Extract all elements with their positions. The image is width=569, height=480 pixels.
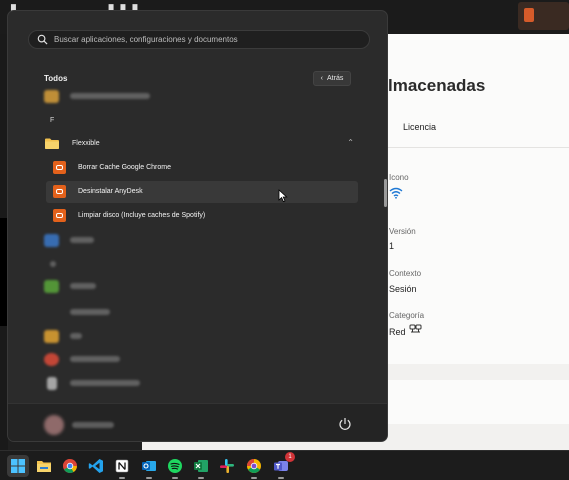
app-label-blurred [70, 333, 82, 339]
folder-label: Flexxible [72, 140, 100, 147]
running-indicator [119, 477, 125, 479]
slack-icon [220, 459, 234, 473]
notification-app-icon [524, 8, 534, 22]
taskbar-spotify[interactable] [164, 455, 186, 479]
back-button-label: Atrás [327, 75, 344, 82]
list-item[interactable] [44, 279, 124, 295]
app-label: Borrar Cache Google Chrome [78, 164, 171, 171]
flexxible-app-icon [53, 161, 66, 174]
start-menu: Todos ‹ Atrás F Flexxible ⌃ Borrar Cache… [7, 10, 388, 442]
wifi-icon [389, 187, 403, 199]
app-icon [44, 330, 59, 343]
app-item-limpiar-disco[interactable]: Limpiar disco (Incluye caches de Spotify… [46, 205, 358, 227]
field-value-version: 1 [389, 241, 395, 251]
app-label-blurred [70, 283, 96, 289]
app-label-blurred [70, 93, 150, 99]
folder-icon [45, 138, 59, 149]
background-divider [388, 147, 569, 148]
list-item[interactable] [44, 89, 164, 105]
scrollbar-thumb[interactable] [384, 179, 387, 207]
flexxible-app-icon [53, 185, 66, 198]
running-indicator [251, 477, 257, 479]
taskbar-slack[interactable] [216, 455, 238, 477]
chevron-up-icon: ⌃ [347, 138, 354, 147]
excel-icon [194, 460, 208, 472]
field-label-icono: Icono [389, 173, 409, 182]
start-menu-footer [8, 403, 387, 441]
taskbar-excel[interactable] [190, 455, 212, 479]
list-item[interactable] [44, 376, 184, 392]
list-item[interactable] [44, 329, 364, 345]
taskbar-file-explorer[interactable] [33, 455, 55, 477]
flexxible-app-icon [53, 209, 66, 222]
taskbar-outlook[interactable] [138, 455, 160, 479]
app-label-blurred [70, 237, 94, 243]
folder-flexxible[interactable]: Flexxible ⌃ [38, 135, 358, 155]
list-item[interactable] [44, 352, 164, 368]
list-item[interactable] [44, 257, 84, 273]
taskbar: 1 [0, 450, 569, 480]
search-icon [37, 34, 48, 45]
field-label-contexto: Contexto [389, 269, 422, 278]
chrome-icon [63, 459, 77, 473]
app-label-blurred [70, 356, 120, 362]
letter-header-f[interactable]: F [50, 117, 54, 124]
notion-icon [115, 459, 129, 473]
taskbar-chrome-alt[interactable] [243, 455, 265, 479]
power-icon[interactable] [338, 417, 352, 431]
vscode-icon [88, 459, 103, 473]
taskbar-vscode[interactable] [85, 455, 107, 477]
running-indicator [278, 477, 284, 479]
field-label-version: Versión [389, 227, 416, 236]
start-button[interactable] [7, 455, 29, 477]
background-page-title: lmacenadas [388, 76, 486, 95]
tab-licencia[interactable]: Licencia [403, 122, 436, 132]
letter-header-blurred [50, 261, 56, 267]
running-indicator [172, 477, 178, 479]
chrome-alt-icon [247, 459, 261, 473]
search-input[interactable] [54, 35, 354, 44]
app-icon [47, 377, 57, 390]
notification-badge: 1 [285, 452, 295, 462]
all-apps-title: Todos [44, 74, 68, 83]
mouse-cursor-icon [278, 189, 288, 203]
field-value-categoria: Red [389, 327, 406, 337]
spotify-icon [168, 459, 182, 473]
list-item[interactable] [44, 233, 124, 249]
user-name-blurred[interactable] [72, 422, 114, 428]
app-label-blurred [70, 309, 110, 315]
background-footer-card [384, 380, 569, 424]
windows-start-icon [11, 459, 25, 473]
app-label-blurred [70, 380, 140, 386]
app-icon [44, 353, 59, 366]
taskbar-chrome[interactable] [59, 455, 81, 477]
app-label: Desinstalar AnyDesk [78, 188, 143, 195]
network-category-icon [409, 324, 422, 333]
avatar[interactable] [44, 415, 64, 435]
outlook-icon [142, 461, 156, 471]
app-item-desinstalar-anydesk[interactable]: Desinstalar AnyDesk [46, 181, 358, 203]
search-box[interactable] [28, 30, 370, 49]
app-icon [44, 234, 59, 247]
field-value-contexto: Sesión [389, 284, 417, 294]
taskbar-notion[interactable] [111, 455, 133, 479]
app-icon [44, 90, 59, 103]
field-label-categoria: Categoría [389, 311, 425, 320]
list-item[interactable] [44, 305, 124, 321]
back-button[interactable]: ‹ Atrás [313, 71, 351, 86]
running-indicator [198, 477, 204, 479]
app-icon [44, 280, 59, 293]
file-explorer-icon [37, 461, 51, 472]
chevron-left-icon: ‹ [320, 75, 323, 82]
taskbar-teams[interactable]: 1 [270, 452, 295, 479]
background-notification[interactable] [518, 2, 569, 30]
app-label: Limpiar disco (Incluye caches de Spotify… [78, 212, 206, 219]
running-indicator [146, 477, 152, 479]
app-item-borrar-cache-chrome[interactable]: Borrar Cache Google Chrome [46, 157, 358, 179]
